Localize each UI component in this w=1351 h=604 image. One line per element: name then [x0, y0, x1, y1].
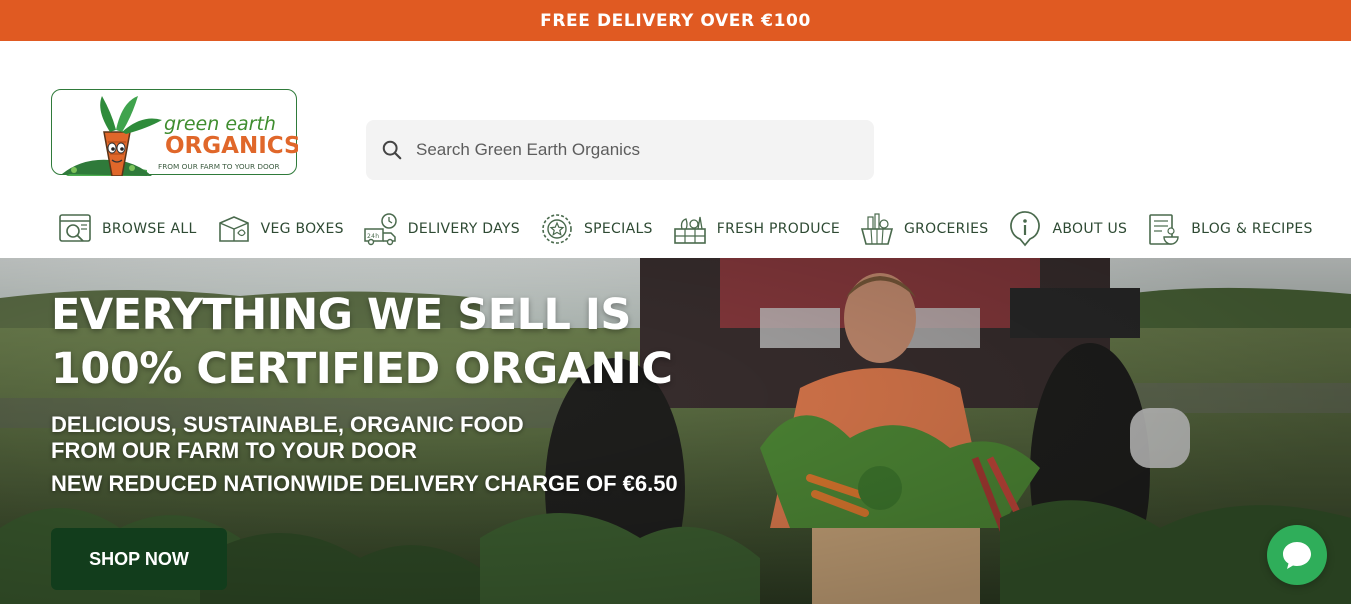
nav-label-browse-all: BROWSE ALL [102, 221, 197, 237]
hero-delivery-note: NEW REDUCED NATIONWIDE DELIVERY CHARGE O… [51, 471, 678, 496]
nav-label-groceries: GROCERIES [903, 221, 989, 237]
info-icon [1006, 210, 1044, 248]
nav-item-delivery-days[interactable]: 24h DELIVERY DAYS [362, 210, 520, 248]
produce-crate-icon [671, 210, 709, 248]
browse-icon [56, 210, 94, 248]
hero-title-line2: 100% CERTIFIED ORGANIC [51, 344, 673, 394]
announcement-bar: FREE DELIVERY OVER €100 [0, 0, 1351, 41]
star-badge-icon [538, 210, 576, 248]
logo-line2: ORGANICS [165, 133, 298, 159]
nav-item-blog-recipes[interactable]: BLOG & RECIPES [1145, 210, 1312, 248]
delivery-icon: 24h [362, 210, 400, 248]
basket-icon [858, 210, 896, 248]
nav-item-veg-boxes[interactable]: VEG BOXES [215, 210, 344, 248]
hero-subtitle: DELICIOUS, SUSTAINABLE, ORGANIC FOOD FRO… [51, 412, 524, 464]
hero-sub-line2: FROM OUR FARM TO YOUR DOOR [51, 438, 417, 463]
nav-label-veg-boxes: VEG BOXES [260, 221, 344, 237]
svg-text:24h: 24h [367, 233, 379, 240]
announcement-text: FREE DELIVERY OVER €100 [540, 10, 811, 31]
box-icon [215, 210, 253, 248]
nav-item-browse-all[interactable]: BROWSE ALL [56, 210, 197, 248]
nav-item-groceries[interactable]: GROCERIES [858, 210, 989, 248]
hero-banner: EVERYTHING WE SELL IS 100% CERTIFIED ORG… [0, 258, 1351, 604]
nav-item-fresh-produce[interactable]: FRESH PRODUCE [671, 210, 840, 248]
logo-tagline: FROM OUR FARM TO YOUR DOOR [158, 162, 280, 171]
shop-now-button[interactable]: SHOP NOW [51, 528, 227, 590]
chat-bubble-icon [1283, 542, 1311, 569]
nav-item-specials[interactable]: SPECIALS [538, 210, 653, 248]
search-icon [382, 140, 402, 160]
chat-widget-button[interactable] [1267, 525, 1327, 585]
nav-label-delivery-days: DELIVERY DAYS [407, 221, 520, 237]
hero-title-line1: EVERYTHING WE SELL IS [51, 290, 631, 340]
nav-label-blog-recipes: BLOG & RECIPES [1191, 221, 1313, 237]
search-input[interactable] [416, 140, 836, 160]
logo-line1: green earth [164, 113, 276, 135]
recipe-icon [1145, 210, 1183, 248]
nav-item-about-us[interactable]: ABOUT US [1006, 210, 1127, 248]
logo-graphic: green earth ORGANICS FROM OUR FARM TO YO… [62, 96, 298, 176]
nav-label-about-us: ABOUT US [1052, 221, 1128, 237]
nav-label-fresh-produce: FRESH PRODUCE [716, 221, 840, 237]
main-nav: BROWSE ALL VEG BOXES 24h DELIVERY DAYS S… [56, 209, 1331, 249]
site-logo[interactable]: green earth ORGANICS FROM OUR FARM TO YO… [51, 89, 298, 176]
nav-label-specials: SPECIALS [583, 221, 653, 237]
site-header: green earth ORGANICS FROM OUR FARM TO YO… [0, 41, 1351, 258]
search-bar[interactable] [366, 120, 874, 180]
hero-sub-line1: DELICIOUS, SUSTAINABLE, ORGANIC FOOD [51, 412, 524, 437]
hero-title: EVERYTHING WE SELL IS 100% CERTIFIED ORG… [51, 288, 673, 396]
